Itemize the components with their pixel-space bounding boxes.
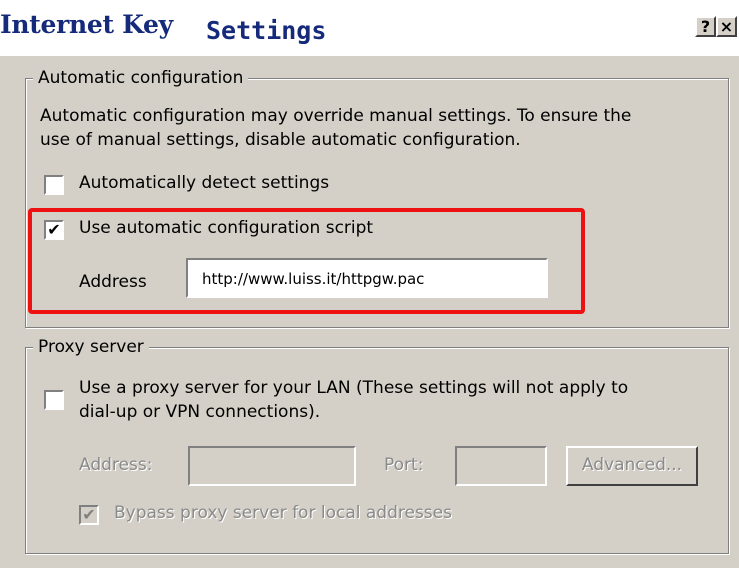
use-proxy-label-line1[interactable]: Use a proxy server for your LAN (These s… xyxy=(79,378,628,398)
proxy-server-legend: Proxy server xyxy=(33,337,149,357)
use-proxy-checkbox[interactable] xyxy=(44,390,64,410)
help-button[interactable]: ? xyxy=(695,16,716,37)
title-bar: Internet Key Settings ? × xyxy=(0,0,739,56)
bypass-local-label[interactable]: Bypass proxy server for local addresses xyxy=(114,503,452,523)
highlight-box xyxy=(28,208,585,314)
proxy-address-label: Address: xyxy=(79,455,153,475)
auto-config-description-line1: Automatic configuration may override man… xyxy=(40,106,632,126)
detect-settings-checkbox[interactable] xyxy=(44,175,64,195)
proxy-port-input[interactable] xyxy=(455,446,547,486)
auto-config-description-line2: use of manual settings, disable automati… xyxy=(40,130,521,150)
proxy-port-label: Port: xyxy=(384,455,424,475)
window-title: Settings xyxy=(206,16,327,45)
detect-settings-label[interactable]: Automatically detect settings xyxy=(79,173,329,193)
bypass-local-checkbox[interactable]: ✔ xyxy=(79,505,99,525)
advanced-button[interactable]: Advanced... xyxy=(566,446,698,486)
automatic-configuration-legend: Automatic configuration xyxy=(33,68,249,88)
use-proxy-label-line2[interactable]: dial-up or VPN connections). xyxy=(79,402,320,422)
close-button[interactable]: × xyxy=(716,16,737,37)
checkmark-icon: ✔ xyxy=(82,505,96,524)
proxy-address-input[interactable] xyxy=(188,446,356,486)
window-title-app: Internet Key xyxy=(0,10,173,39)
